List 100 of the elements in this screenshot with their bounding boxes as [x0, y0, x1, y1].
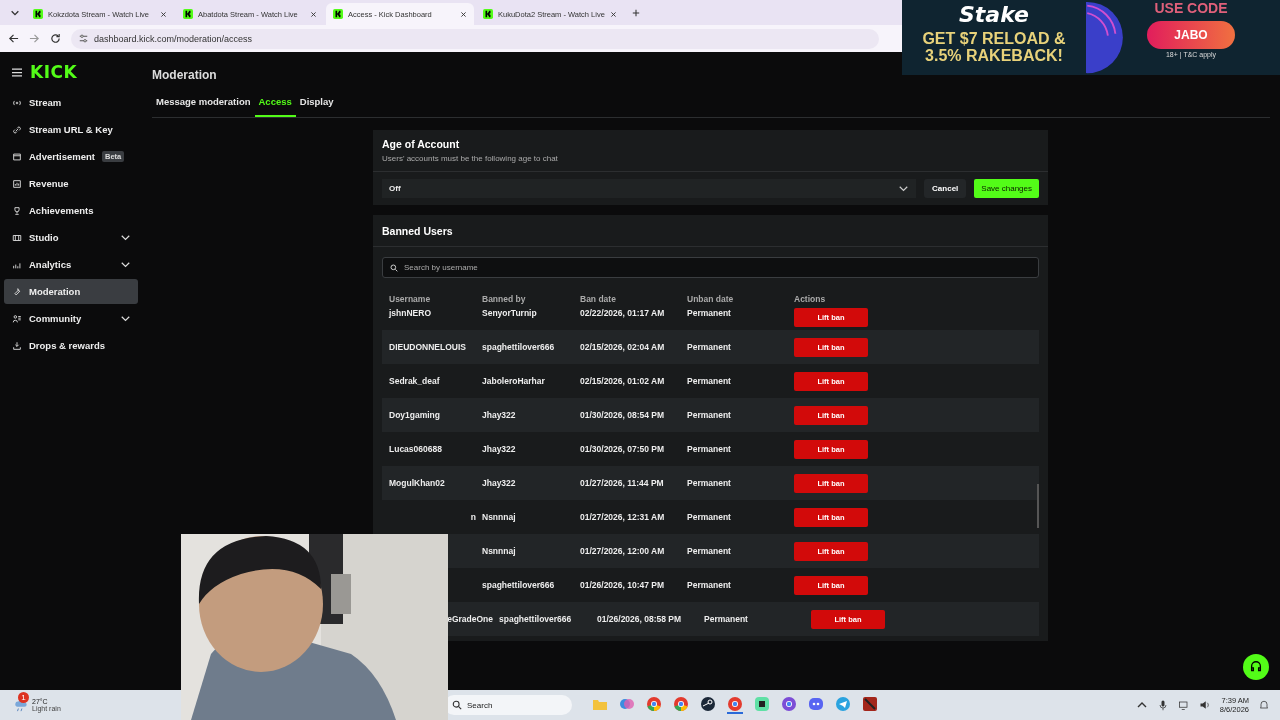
- chrome-icon[interactable]: [646, 696, 662, 712]
- kick-logo-icon: [333, 9, 343, 19]
- sidebar-item[interactable]: Revenue: [4, 171, 138, 196]
- chevron-down-icon[interactable]: [10, 8, 20, 17]
- table-cell-text: Permanent: [687, 444, 732, 454]
- chrome-icon[interactable]: [781, 696, 797, 712]
- kick-logo[interactable]: KICK: [30, 62, 78, 82]
- table-cell-text: Permanent: [687, 512, 732, 522]
- table-cell-text: SenyorTurnip: [482, 308, 538, 318]
- nav-icon: [12, 232, 22, 243]
- table-cell-text: Permanent: [687, 308, 732, 318]
- table-cell-text: 01/27/2026, 12:00 AM: [580, 546, 666, 556]
- table-cell-text: DIEUDONNELOUIS: [389, 342, 467, 352]
- table-cell-text: Jhay322: [482, 444, 517, 454]
- speaker-icon[interactable]: [1198, 699, 1211, 711]
- planet-icon: [1086, 0, 1126, 75]
- table-cell-text: n: [469, 512, 477, 522]
- reload-icon[interactable]: [50, 33, 61, 44]
- table-cell-text: spaghettilover666: [482, 580, 556, 590]
- forward-icon[interactable]: [29, 33, 40, 44]
- sidebar-item[interactable]: Drops & rewards: [4, 333, 138, 358]
- dota-icon[interactable]: [862, 696, 878, 712]
- table-cell-text: Permanent: [687, 342, 732, 352]
- table-cell-text: 01/30/2026, 08:54 PM: [580, 410, 666, 420]
- back-icon[interactable]: [8, 33, 19, 44]
- sidebar-item[interactable]: Moderation: [4, 279, 138, 304]
- ad-headline: GET $7 RELOAD & 3.5% RAKEBACK!: [921, 30, 1067, 64]
- table-cell-text: 02/22/2026, 01:17 AM: [580, 308, 666, 318]
- tab[interactable]: Access: [254, 92, 296, 117]
- sidebar-item[interactable]: Community: [4, 306, 138, 331]
- table-cell-text: Jhay322: [482, 478, 517, 488]
- nav-icon: [12, 178, 22, 189]
- table-cell-text: Lucas060688: [389, 444, 443, 454]
- headset-icon: [1249, 660, 1263, 674]
- sidebar-item[interactable]: Studio: [4, 225, 138, 250]
- tab[interactable]: Message moderation: [152, 92, 255, 117]
- copilot-icon[interactable]: [619, 696, 635, 712]
- table-cell-text: 01/26/2026, 10:47 PM: [580, 580, 666, 590]
- close-icon[interactable]: [610, 10, 617, 18]
- search-field[interactable]: Search by username: [382, 257, 1039, 278]
- address-bar[interactable]: dashboard.kick.com/moderation/access: [71, 28, 879, 49]
- search-input[interactable]: Search by username: [402, 262, 1038, 273]
- chrome-icon[interactable]: [673, 696, 689, 712]
- nav-icon: [12, 340, 22, 351]
- sidebar-item[interactable]: Stream: [4, 90, 138, 115]
- sidebar-item[interactable]: Stream URL & Key: [4, 117, 138, 142]
- column-header: Ban date: [580, 294, 617, 306]
- close-icon[interactable]: [460, 10, 467, 18]
- sidebar-item[interactable]: Achievements: [4, 198, 138, 223]
- column-header: Banned by: [482, 294, 527, 306]
- kick-logo-icon: [183, 9, 193, 19]
- table-cell-text: Doy1gaming: [389, 410, 441, 420]
- stake-logo: Stake: [959, 2, 1029, 27]
- nav-icon: [12, 313, 22, 324]
- sidebar-item[interactable]: Analytics: [4, 252, 138, 277]
- network-icon[interactable]: [1177, 699, 1190, 711]
- card-title: Age of Account: [382, 138, 461, 150]
- table-cell-text: Permanent: [687, 376, 732, 386]
- table-cell-text: 01/27/2026, 11:44 PM: [580, 478, 665, 488]
- menu-icon[interactable]: [12, 68, 22, 77]
- card-description: Users' accounts must be the following age to chat: [382, 154, 559, 163]
- nav-icon: [12, 151, 22, 162]
- notification-bell-icon[interactable]: [1258, 699, 1270, 711]
- page-title: Moderation: [151, 68, 218, 82]
- table-cell-text: Permanent: [687, 410, 732, 420]
- tab[interactable]: Display: [295, 92, 338, 117]
- table-cell-text: JaboleroHarhar: [482, 376, 546, 386]
- kick-logo-icon: [483, 9, 493, 19]
- search-icon: [452, 700, 462, 710]
- table-cell-text: 01/26/2026, 08:58 PM: [597, 614, 683, 624]
- nav-icon: [12, 124, 22, 135]
- microphone-icon[interactable]: [1156, 699, 1169, 711]
- ad-code-label: USE CODE: [1154, 0, 1228, 16]
- table-cell-text: 02/15/2026, 01:02 AM: [580, 376, 666, 386]
- table-cell-text: MogulKhan02: [389, 478, 446, 488]
- promo-code: JABO: [1147, 21, 1235, 49]
- chevron-down-icon: [899, 185, 909, 192]
- discord-icon[interactable]: [808, 696, 824, 712]
- table-cell-text: Permanent: [687, 478, 732, 488]
- table-cell-text: spaghettilover666: [482, 342, 556, 352]
- table-cell-text: Sedrak_deaf: [389, 376, 441, 386]
- cancel-button[interactable]: Cancel: [924, 179, 967, 198]
- nav-icon: [12, 205, 22, 216]
- steam-icon[interactable]: [700, 696, 716, 712]
- table-cell-text: Jhay322: [482, 410, 517, 420]
- scrollbar[interactable]: [1037, 484, 1039, 528]
- save-button[interactable]: Save changes: [974, 179, 1039, 198]
- table-cell-text: 01/30/2026, 07:50 PM: [580, 444, 666, 454]
- site-settings-icon: [79, 34, 88, 43]
- telegram-icon[interactable]: [835, 696, 851, 712]
- age-dropdown[interactable]: Off: [382, 179, 917, 198]
- close-icon[interactable]: [310, 10, 317, 18]
- column-header: Unban date: [687, 294, 735, 306]
- table-cell-text: 02/15/2026, 02:04 AM: [580, 342, 666, 352]
- close-icon[interactable]: [160, 10, 167, 18]
- support-button[interactable]: [1243, 654, 1269, 680]
- app-icon[interactable]: [754, 696, 770, 712]
- table-cell-text: Nsnnnaj: [482, 512, 517, 522]
- new-tab-icon[interactable]: [632, 8, 640, 17]
- chrome-icon[interactable]: [727, 696, 743, 714]
